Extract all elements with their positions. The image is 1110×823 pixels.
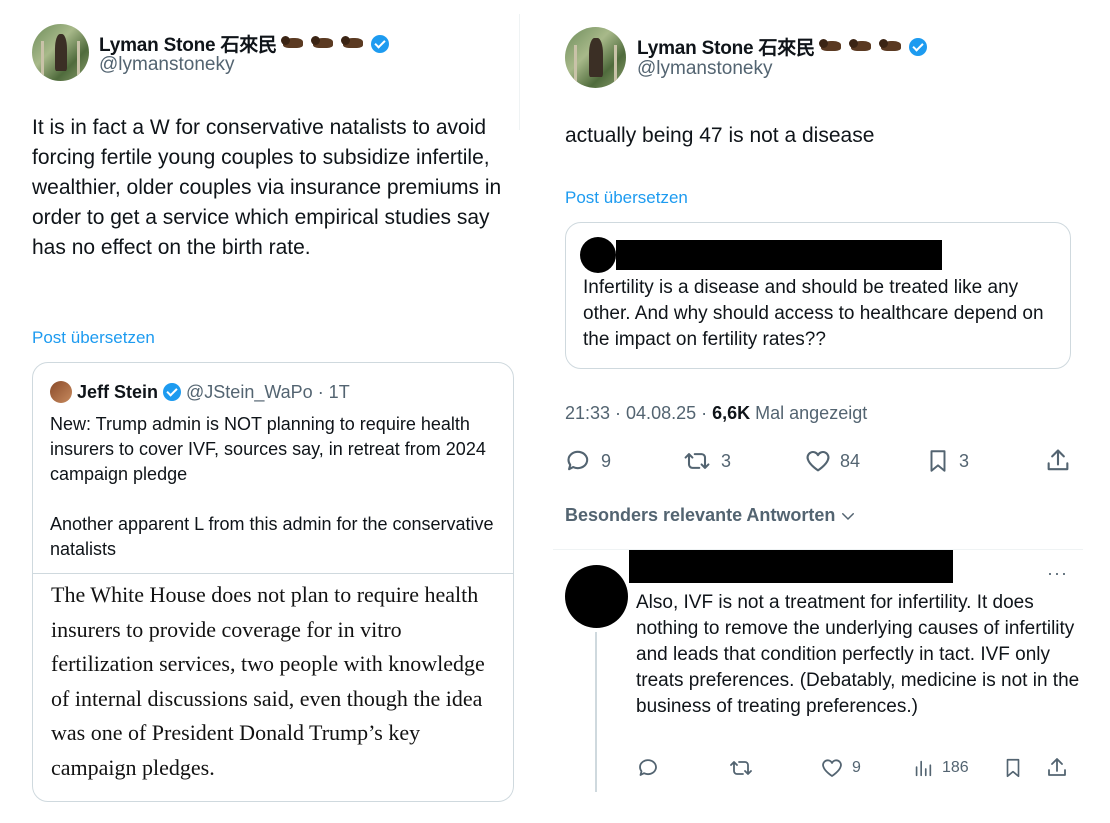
- verified-badge-icon: [908, 37, 927, 56]
- author-name[interactable]: Lyman Stone 石來民: [99, 30, 389, 57]
- bison-emoji-icon: [878, 38, 905, 55]
- divider: [519, 14, 520, 130]
- bookmark-button[interactable]: [1002, 756, 1024, 780]
- bookmark-button[interactable]: 3: [925, 447, 969, 475]
- bison-emoji-icon: [340, 35, 367, 52]
- reply-text: Also, IVF is not a treatment for inferti…: [636, 592, 1080, 717]
- bookmark-count: 3: [959, 450, 970, 471]
- thread-line: [595, 632, 597, 792]
- post-text: actually being 47 is not a disease: [565, 124, 875, 147]
- quoted-post-text: New: Trump admin is NOT planning to requ…: [50, 414, 486, 484]
- author-name[interactable]: Lyman Stone 石來民: [637, 33, 927, 60]
- reply-icon: [639, 759, 657, 776]
- post-timestamp: 21:33 · 04.08.25 ·: [565, 403, 713, 423]
- bison-emoji-icon: [310, 35, 337, 52]
- like-count: 84: [840, 450, 861, 471]
- right-post-panel: Lyman Stone 石來民 @lymanstoneky actually b…: [553, 0, 1110, 823]
- repost-icon: [684, 453, 710, 469]
- bookmark-icon: [930, 450, 946, 472]
- view-count: 6,6K: [712, 403, 751, 423]
- verified-badge-icon: [163, 383, 182, 401]
- author-avatar[interactable]: [565, 27, 626, 88]
- repost-button[interactable]: 3: [681, 447, 731, 475]
- reply-button[interactable]: 9: [565, 447, 611, 475]
- repost-icon: [730, 761, 752, 775]
- bison-emoji-icon: [848, 38, 875, 55]
- replies-sort-label: Besonders relevante Antworten: [565, 505, 836, 525]
- heart-icon: [806, 450, 830, 472]
- view-count-label: Mal angezeigt: [750, 403, 868, 423]
- article-excerpt-image: The White House does not plan to require…: [33, 573, 513, 789]
- quoted-post-text: Infertility is a disease and should be t…: [583, 277, 1044, 350]
- bison-emoji-icon: [818, 38, 845, 55]
- author-handle[interactable]: @lymanstoneky: [99, 54, 234, 76]
- quoted-author-handle: @JStein_WaPo · 1T: [186, 381, 350, 402]
- quoted-author-avatar: [50, 381, 72, 403]
- quoted-post-header: Jeff Stein @JStein_WaPo · 1T: [50, 381, 350, 403]
- reply-author-avatar[interactable]: [565, 565, 628, 628]
- reply-button[interactable]: [637, 756, 661, 780]
- post-metadata: 21:33 · 04.08.25 · 6,6K Mal angezeigt: [565, 403, 867, 424]
- quoted-author-name: Jeff Stein: [77, 381, 159, 402]
- author-avatar[interactable]: [32, 24, 89, 81]
- quoted-post-text-2: Another apparent L from this admin for t…: [50, 514, 494, 559]
- repost-button[interactable]: [727, 756, 755, 780]
- share-icon: [1048, 758, 1066, 776]
- like-button[interactable]: 9: [820, 756, 861, 780]
- reply-icon: [567, 450, 589, 471]
- replies-sort-dropdown[interactable]: Besonders relevante Antworten: [565, 505, 857, 526]
- share-button[interactable]: [1044, 447, 1072, 475]
- share-icon: [1047, 449, 1069, 471]
- author-handle[interactable]: @lymanstoneky: [637, 58, 772, 80]
- heart-icon: [822, 759, 842, 777]
- redacted-name-bar: [616, 240, 942, 270]
- bison-emoji-icon: [280, 35, 307, 52]
- like-count: 9: [852, 759, 861, 776]
- verified-badge-icon: [370, 34, 389, 53]
- like-button[interactable]: 84: [804, 447, 860, 475]
- analytics-icon: [915, 760, 932, 777]
- redacted-avatar: [580, 237, 616, 273]
- translate-link[interactable]: Post übersetzen: [32, 328, 155, 348]
- reply-count: 9: [601, 450, 612, 471]
- quoted-post[interactable]: Jeff Stein @JStein_WaPo · 1T New: Trump …: [32, 362, 514, 802]
- author-name-text: Lyman Stone 石來民: [637, 38, 815, 59]
- view-count: 186: [942, 759, 969, 776]
- share-button[interactable]: [1045, 756, 1069, 780]
- bookmark-icon: [1006, 758, 1020, 778]
- translate-link[interactable]: Post übersetzen: [565, 188, 688, 208]
- more-options-button[interactable]: ···: [1047, 563, 1068, 584]
- author-name-text: Lyman Stone 石來民: [99, 35, 277, 56]
- repost-count: 3: [721, 450, 732, 471]
- left-post-panel: Lyman Stone 石來民 @lymanstoneky It is in f…: [0, 0, 520, 823]
- quoted-post[interactable]: Infertility is a disease and should be t…: [565, 222, 1071, 369]
- views-button[interactable]: 186: [912, 756, 969, 780]
- chevron-down-icon: [842, 512, 855, 520]
- redacted-name-bar: [629, 550, 953, 583]
- post-text: It is in fact a W for conservative natal…: [32, 116, 502, 259]
